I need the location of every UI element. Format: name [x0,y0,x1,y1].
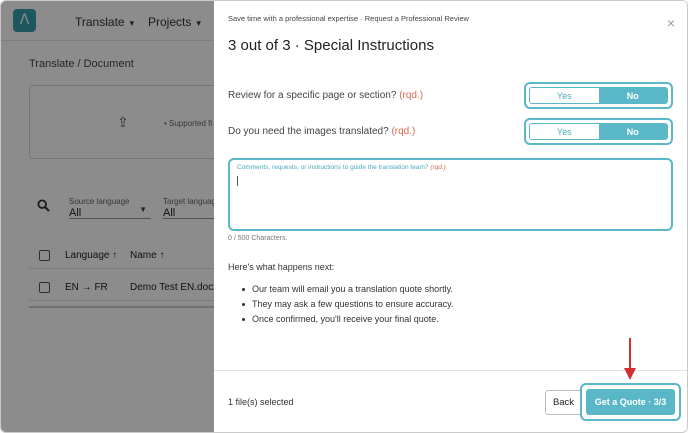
list-item: Our team will email you a translation qu… [242,282,453,297]
next-steps-list: Our team will email you a translation qu… [242,282,453,327]
character-count: 0 / 500 Characters. [228,235,288,242]
annotation-arrow-icon [624,338,636,380]
get-quote-highlight: Get a Quote · 3/3 [580,383,681,421]
specific-section-toggle-highlight: Yes No [524,82,673,109]
images-toggle: Yes No [529,123,668,140]
modal-subtitle: Save time with a professional expertise … [228,14,469,23]
question-images-translated: Do you need the images translated? (rqd.… [228,126,415,137]
required-marker: (rqd.) [430,164,446,171]
specific-section-toggle: Yes No [529,87,668,104]
back-button[interactable]: Back [545,390,582,415]
comments-placeholder: Comments, requests, or instructions to g… [237,164,446,171]
text-caret [237,176,238,186]
modal-backdrop[interactable] [1,1,214,432]
get-quote-button[interactable]: Get a Quote · 3/3 [586,389,675,415]
toggle-no-button[interactable]: No [598,88,667,103]
modal-title: 3 out of 3 · Special Instructions [228,37,434,54]
toggle-no-button[interactable]: No [598,124,667,139]
close-icon[interactable]: × [667,15,675,31]
selected-files-count: 1 file(s) selected [228,397,294,407]
next-steps-heading: Here's what happens next: [228,262,335,272]
images-toggle-highlight: Yes No [524,118,673,145]
footer-divider [214,370,687,371]
comments-textarea[interactable]: Comments, requests, or instructions to g… [228,158,673,231]
question-text: Do you need the images translated? [228,126,389,137]
required-marker: (rqd.) [399,90,424,101]
question-text: Review for a specific page or section? [228,90,397,101]
review-request-modal: Save time with a professional expertise … [214,1,687,432]
toggle-yes-button[interactable]: Yes [530,124,599,139]
app-window: Λ Translate ▾ Projects ▾ Translate / Docum… [0,0,688,433]
toggle-yes-button[interactable]: Yes [530,88,599,103]
comments-placeholder-text: Comments, requests, or instructions to g… [237,164,429,171]
list-item: Once confirmed, you'll receive your fina… [242,312,453,327]
list-item: They may ask a few questions to ensure a… [242,297,453,312]
required-marker: (rqd.) [391,126,416,137]
question-specific-section: Review for a specific page or section? (… [228,90,423,101]
